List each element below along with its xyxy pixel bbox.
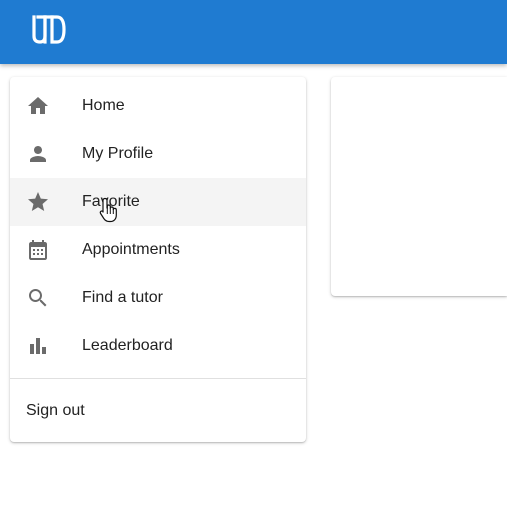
nav-item-label: Find a tutor (82, 289, 163, 306)
home-icon (26, 94, 50, 118)
nav-item-favorite[interactable]: Favorite (10, 178, 306, 226)
sign-out-button[interactable]: Sign out (10, 387, 306, 435)
nav-item-label: My Profile (82, 145, 154, 162)
nav-item-label: Home (82, 97, 125, 114)
nav-item-label: Leaderboard (82, 337, 173, 354)
sign-out-label: Sign out (26, 402, 85, 419)
person-icon (26, 142, 50, 166)
nav-item-my-profile[interactable]: My Profile (10, 130, 306, 178)
nav-list: Home My Profile Favorite Appointments Fi (10, 82, 306, 370)
nav-item-label: Favorite (82, 193, 140, 210)
star-icon (26, 190, 50, 214)
nav-item-label: Appointments (82, 241, 180, 258)
nav-item-find-a-tutor[interactable]: Find a tutor (10, 274, 306, 322)
nav-item-leaderboard[interactable]: Leaderboard (10, 322, 306, 370)
calendar-icon (26, 238, 50, 262)
navigation-drawer: Home My Profile Favorite Appointments Fi (10, 77, 306, 442)
app-bar (0, 0, 507, 64)
utd-logo[interactable] (30, 14, 68, 46)
search-icon (26, 286, 50, 310)
content-panel (331, 77, 507, 296)
nav-item-home[interactable]: Home (10, 82, 306, 130)
nav-divider (10, 378, 306, 379)
nav-item-appointments[interactable]: Appointments (10, 226, 306, 274)
bar-chart-icon (26, 334, 50, 358)
